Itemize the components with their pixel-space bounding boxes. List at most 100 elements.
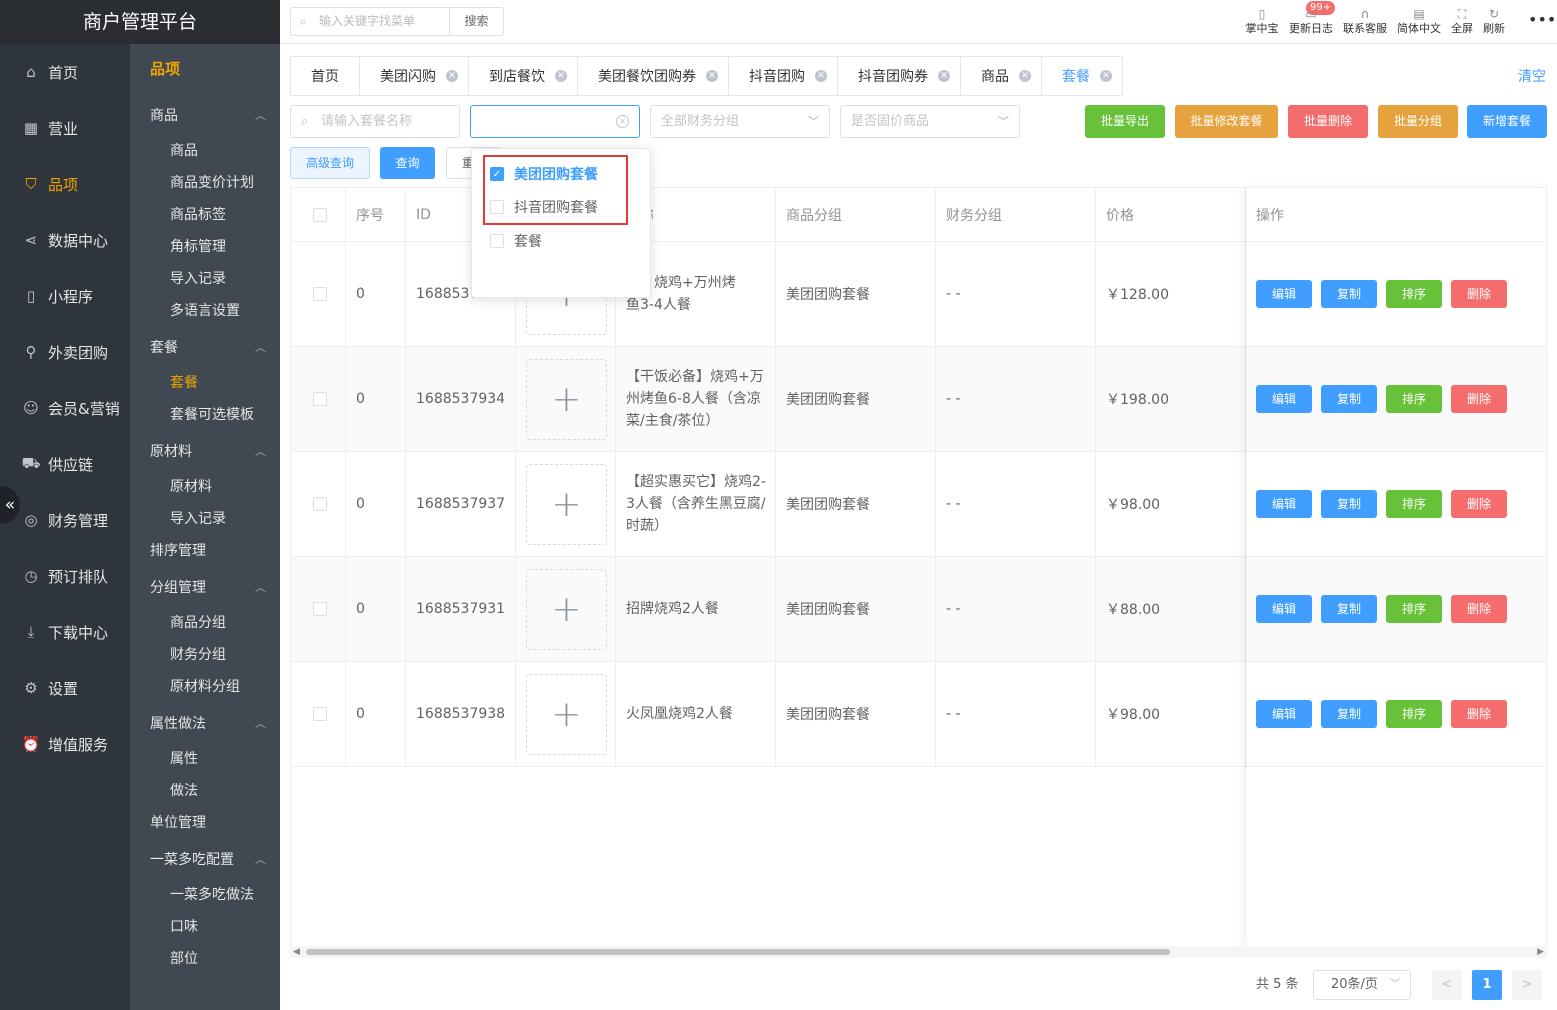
next-page-button[interactable]: > [1512,970,1542,1000]
subnav-item-13[interactable]: 排序管理 [130,535,280,567]
nav-item-6[interactable]: ☺ 会员&营销 [0,380,130,436]
nav-item-2[interactable]: ⛉ 品项 [0,156,130,212]
batch-action-button-3[interactable]: 批量分组 [1378,105,1458,138]
query-button[interactable]: 查询 [380,147,435,179]
upload-image-icon[interactable]: + [526,358,607,440]
select-all-checkbox[interactable] [313,207,327,222]
scroll-left-icon[interactable]: ◀ [293,946,300,958]
nav-item-1[interactable]: ▦ 营业 [0,100,130,156]
subnav-item-17[interactable]: 原材料分组 [130,671,280,703]
row-sort-button[interactable]: 排序 [1386,595,1442,623]
tab-4[interactable]: 抖音团购 ✕ [729,57,838,95]
subnav-item-6[interactable]: 多语言设置 [130,295,280,327]
subnav-item-10[interactable]: 原材料 ︿ [130,436,280,468]
subnav-item-0[interactable]: 商品 ︿ [130,100,280,132]
prev-page-button[interactable]: < [1432,970,1462,1000]
scroll-right-icon[interactable]: ▶ [1537,946,1544,958]
menu-search-input[interactable]: ⌕ 输入关键字找菜单 [290,7,450,36]
row-edit-button[interactable]: 编辑 [1256,700,1312,728]
row-edit-button[interactable]: 编辑 [1256,490,1312,518]
subnav-item-16[interactable]: 财务分组 [130,639,280,671]
package-type-select[interactable]: ✕ [470,105,640,138]
tool-1[interactable]: ▭ 更新日志 [1288,7,1334,39]
tab-0[interactable]: 首页 [291,57,360,95]
upload-image-icon[interactable]: + [526,568,607,650]
close-icon[interactable]: ✕ [815,70,827,82]
row-sort-button[interactable]: 排序 [1386,490,1442,518]
batch-action-button-2[interactable]: 批量删除 [1288,105,1368,138]
dropdown-option-1[interactable]: 抖音团购套餐 [490,197,598,217]
row-delete-button[interactable]: 删除 [1451,280,1507,308]
subnav-item-21[interactable]: 单位管理 [130,807,280,839]
subnav-item-18[interactable]: 属性做法 ︿ [130,708,280,740]
subnav-item-4[interactable]: 角标管理 [130,231,280,263]
nav-item-8[interactable]: ◎ 财务管理 [0,492,130,548]
upload-image-icon[interactable]: + [526,673,607,755]
row-delete-button[interactable]: 删除 [1451,700,1507,728]
tool-0[interactable]: ▯ 掌中宝 [1244,7,1280,39]
tab-2[interactable]: 到店餐饮 ✕ [469,57,578,95]
row-checkbox[interactable] [313,287,327,301]
row-edit-button[interactable]: 编辑 [1256,595,1312,623]
row-copy-button[interactable]: 复制 [1321,490,1377,518]
dropdown-option-0[interactable]: ✓ 美团团购套餐 [490,164,598,184]
subnav-item-22[interactable]: 一菜多吃配置 ︿ [130,844,280,876]
row-copy-button[interactable]: 复制 [1321,280,1377,308]
subnav-item-25[interactable]: 部位 [130,943,280,975]
tool-5[interactable]: ↻ 刷新 [1483,7,1505,39]
subnav-item-11[interactable]: 原材料 [130,471,280,503]
advanced-query-button[interactable]: 高级查询 [290,147,370,179]
checkbox[interactable]: ✓ [490,167,504,181]
subnav-item-14[interactable]: 分组管理 ︿ [130,572,280,604]
close-icon[interactable]: ✕ [555,70,567,82]
checkbox[interactable] [490,200,504,214]
row-delete-button[interactable]: 删除 [1451,385,1507,413]
subnav-item-20[interactable]: 做法 [130,775,280,807]
subnav-item-15[interactable]: 商品分组 [130,607,280,639]
menu-search-button[interactable]: 搜索 [449,7,504,36]
nav-item-9[interactable]: ◷ 预订排队 [0,548,130,604]
scrollbar-thumb[interactable] [306,949,1170,955]
finance-group-select[interactable]: 全部财务分组 ﹀ [650,105,830,138]
clear-icon[interactable]: ✕ [616,115,629,128]
tab-5[interactable]: 抖音团购券 ✕ [838,57,961,95]
horizontal-scrollbar[interactable]: ◀ ▶ [290,946,1547,958]
close-icon[interactable]: ✕ [1019,70,1031,82]
row-copy-button[interactable]: 复制 [1321,700,1377,728]
checkbox[interactable] [490,234,504,248]
subnav-item-1[interactable]: 商品 [130,135,280,167]
nav-item-7[interactable]: ⛟ 供应链 [0,436,130,492]
tab-3[interactable]: 美团餐饮团购券 ✕ [578,57,729,95]
package-name-input[interactable]: ⌕ 请输入套餐名称 [290,105,460,138]
batch-action-button-1[interactable]: 批量修改套餐 [1175,105,1278,138]
tab-7[interactable]: 套餐 ✕ [1042,57,1122,95]
tool-4[interactable]: ⛶ 全屏 [1450,7,1474,39]
row-edit-button[interactable]: 编辑 [1256,385,1312,413]
close-icon[interactable]: ✕ [446,70,458,82]
page-1-button[interactable]: 1 [1472,970,1502,1000]
row-edit-button[interactable]: 编辑 [1256,280,1312,308]
subnav-item-7[interactable]: 套餐 ︿ [130,332,280,364]
subnav-item-3[interactable]: 商品标签 [130,199,280,231]
nav-item-5[interactable]: ⚲ 外卖团购 [0,324,130,380]
row-checkbox[interactable] [313,602,327,616]
batch-action-button-4[interactable]: 新增套餐 [1467,105,1547,138]
row-delete-button[interactable]: 删除 [1451,595,1507,623]
subnav-item-5[interactable]: 导入记录 [130,263,280,295]
row-checkbox[interactable] [313,497,327,511]
subnav-item-12[interactable]: 导入记录 [130,503,280,535]
close-icon[interactable]: ✕ [1100,70,1112,82]
close-icon[interactable]: ✕ [706,70,718,82]
nav-item-4[interactable]: ▯ 小程序 [0,268,130,324]
upload-image-icon[interactable]: + [526,463,607,545]
close-icon[interactable]: ✕ [938,70,950,82]
page-size-select[interactable]: 20条/页 ﹀ [1313,970,1411,1000]
row-checkbox[interactable] [313,707,327,721]
batch-action-button-0[interactable]: 批量导出 [1085,105,1165,138]
row-delete-button[interactable]: 删除 [1451,490,1507,518]
tool-2[interactable]: ∩ 联系客服 [1342,7,1388,39]
nav-item-0[interactable]: ⌂ 首页 [0,44,130,100]
clear-tabs-link[interactable]: 清空 [1518,66,1546,86]
row-sort-button[interactable]: 排序 [1386,700,1442,728]
fixed-price-select[interactable]: 是否固价商品 ﹀ [840,105,1020,138]
